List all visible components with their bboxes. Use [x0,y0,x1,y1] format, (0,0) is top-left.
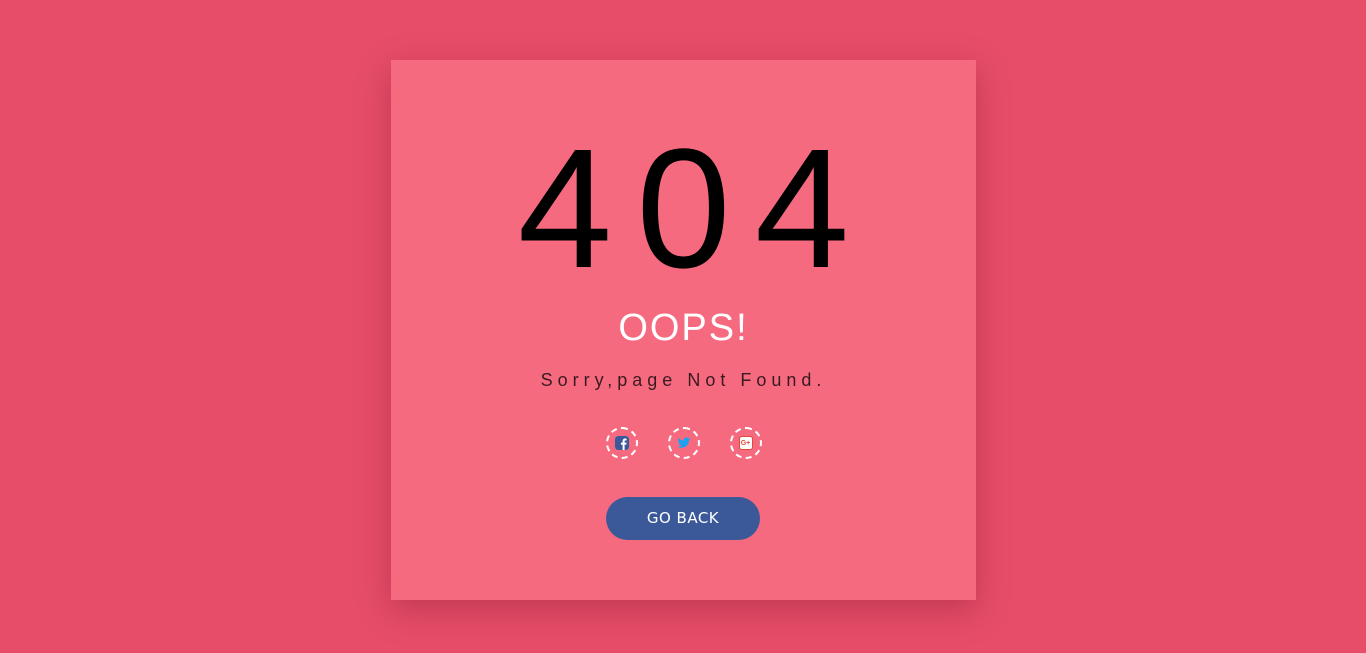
facebook-icon [614,436,629,450]
error-message: Sorry,page Not Found. [540,370,827,390]
google-plus-link[interactable]: G+ [729,427,762,459]
twitter-link[interactable] [667,427,700,459]
error-card: 404 OOPS! Sorry,page Not Found. G+ GO BA… [391,60,976,600]
error-code: 404 [517,114,874,304]
twitter-icon [676,436,691,450]
error-headline: OOPS! [618,307,749,349]
facebook-link[interactable] [605,427,638,459]
social-links: G+ [391,427,976,459]
google-plus-icon: G+ [738,436,753,450]
go-back-button[interactable]: GO BACK [606,497,760,540]
